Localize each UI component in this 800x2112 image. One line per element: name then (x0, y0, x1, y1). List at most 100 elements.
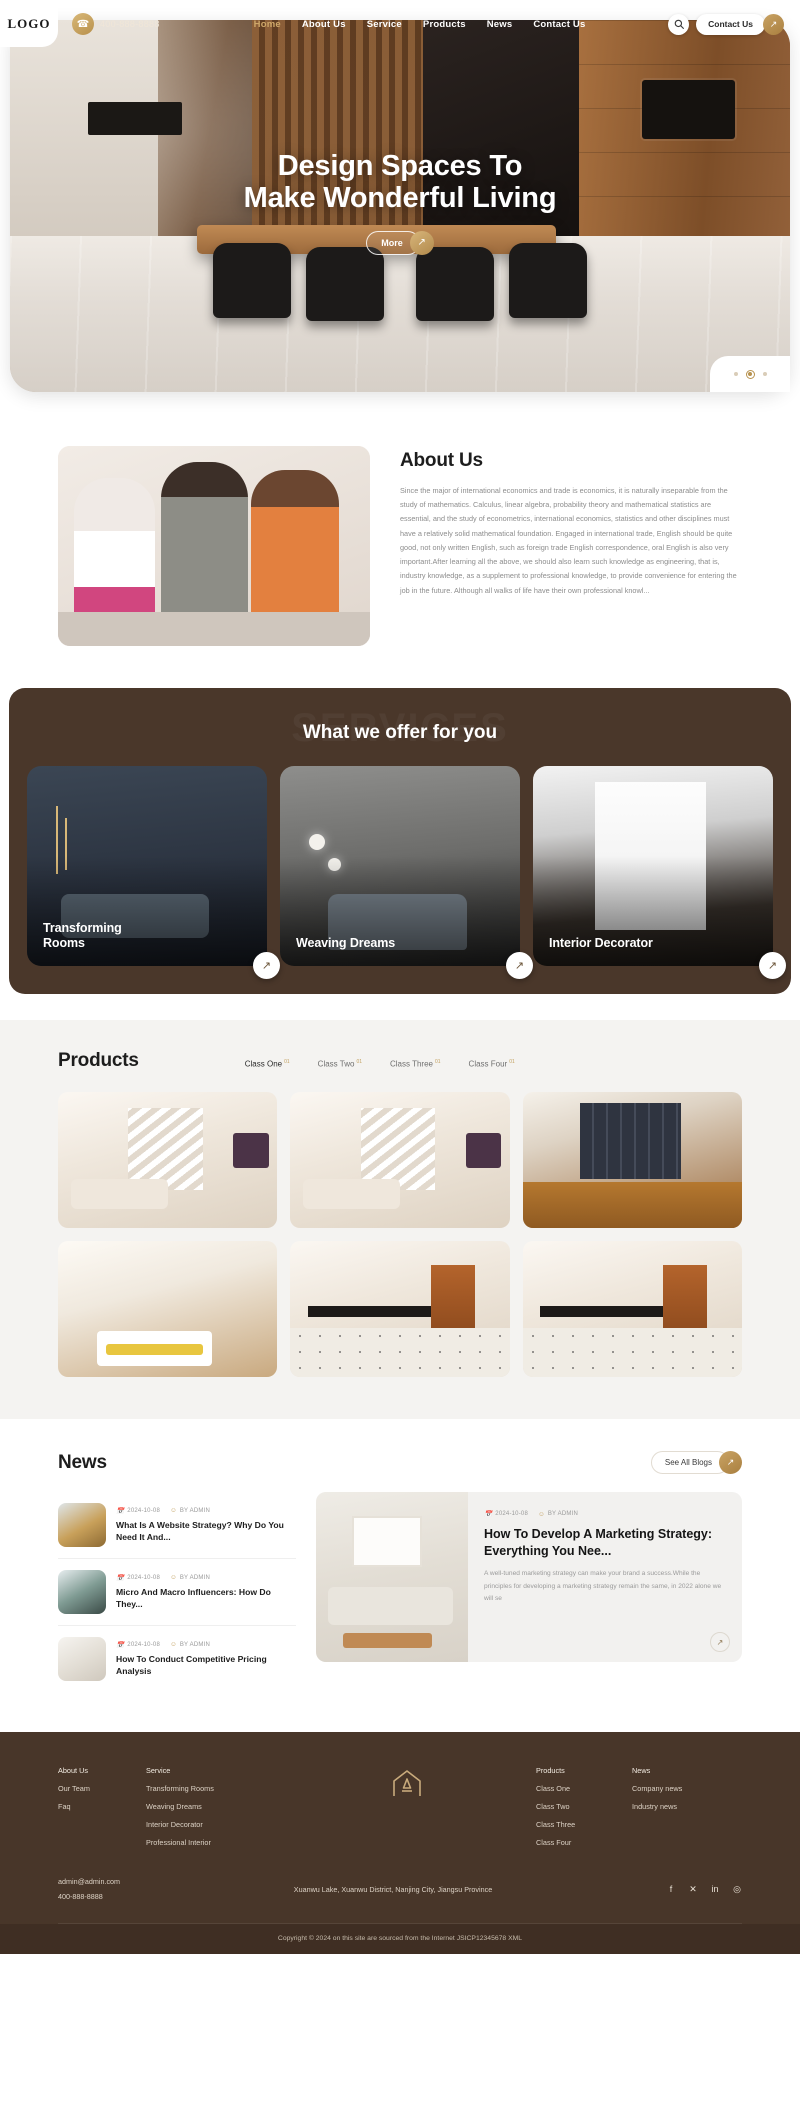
news-list-item[interactable]: 📅 2024-10-08 ☺ BY ADMIN How To Conduct Com… (58, 1626, 296, 1692)
news-date: 📅 2024-10-08 (116, 1641, 160, 1649)
calendar-icon: 📅 (116, 1574, 125, 1582)
footer-link[interactable]: Interior Decorator (146, 1820, 278, 1829)
product-card[interactable] (58, 1092, 278, 1228)
news-featured-image (316, 1492, 468, 1662)
about-heading: About Us (400, 450, 483, 471)
news-date: 📅 2024-10-08 (116, 1507, 160, 1515)
calendar-icon: 📅 (116, 1507, 125, 1515)
user-icon: ☺ (170, 1641, 177, 1649)
see-all-blogs[interactable]: See All Blogs ↗ (650, 1451, 742, 1474)
footer-link[interactable]: Transforming Rooms (146, 1784, 278, 1793)
footer-column-products: Products Class One Class Two Class Three… (536, 1766, 632, 1847)
footer-link[interactable]: Weaving Dreams (146, 1802, 278, 1811)
products-section: Products Class One 01 Class Two 01 Class T… (0, 1020, 800, 1419)
products-tabs: Class One 01 Class Two 01 Class Three 01 Cl… (245, 1059, 515, 1072)
footer-email[interactable]: admin@admin.com (58, 1877, 120, 1886)
news-thumbnail (58, 1637, 106, 1681)
footer-copyright: Copyright © 2024 on this site are source… (0, 1924, 800, 1954)
tab-class-two[interactable]: Class Two 01 (318, 1059, 362, 1069)
service-card-transforming-rooms[interactable]: Transforming Rooms ↗ (27, 766, 280, 979)
linkedin-icon[interactable]: in (710, 1884, 720, 1894)
arrow-up-right-icon[interactable]: ↗ (506, 952, 533, 979)
nav-actions: Contact Us ↗ (668, 13, 800, 35)
nav-item-news[interactable]: News (487, 19, 513, 30)
instagram-icon[interactable]: ◎ (732, 1884, 742, 1895)
news-author: ☺ BY ADMIN (170, 1574, 211, 1582)
nav-item-about-us[interactable]: About Us (302, 19, 346, 30)
footer-link[interactable]: Class Four (536, 1838, 632, 1847)
carousel-dot-2[interactable] (745, 369, 755, 379)
tab-class-one[interactable]: Class One 01 (245, 1059, 290, 1069)
footer-link[interactable]: Company news (632, 1784, 742, 1793)
nav-item-products[interactable]: Products (423, 19, 466, 30)
about-image (58, 446, 370, 646)
footer-link[interactable]: Industry news (632, 1802, 742, 1811)
news-thumbnail (58, 1570, 106, 1614)
tab-class-four[interactable]: Class Four 01 (469, 1059, 515, 1069)
product-card[interactable] (522, 1092, 742, 1228)
news-list-item[interactable]: 📅 2024-10-08 ☺ BY ADMIN Micro And Macro In… (58, 1559, 296, 1626)
footer-logo[interactable] (278, 1766, 536, 1798)
search-icon[interactable] (668, 13, 690, 35)
header-phone[interactable]: ☎ 400-888-8888 (72, 13, 160, 35)
news-featured-card[interactable]: 📅 2024-10-08 ☺ BY ADMIN How To Develop A M… (316, 1492, 742, 1662)
nav-item-contact-us[interactable]: Contact Us (533, 19, 585, 30)
nav-item-home[interactable]: Home (254, 19, 281, 30)
news-featured-description: A well-tuned marketing strategy can make… (484, 1570, 722, 1603)
product-card[interactable] (58, 1241, 278, 1377)
arrow-up-right-icon[interactable]: ↗ (409, 230, 434, 255)
footer: About Us Our Team Faq Service Transformi… (0, 1732, 800, 1954)
footer-contact: admin@admin.com 400-888-8888 (58, 1877, 120, 1901)
calendar-icon: 📅 (484, 1511, 493, 1518)
service-card-weaving-dreams[interactable]: Weaving Dreams ↗ (280, 766, 533, 979)
news-title[interactable]: How To Conduct Competitive Pricing Analy… (116, 1653, 296, 1678)
see-all-blogs-label[interactable]: See All Blogs (650, 1451, 729, 1474)
calendar-icon: 📅 (116, 1641, 125, 1649)
footer-link[interactable]: Products (536, 1766, 632, 1775)
product-card[interactable] (290, 1092, 510, 1228)
facebook-icon[interactable]: f (666, 1884, 676, 1894)
tab-class-three[interactable]: Class Three 01 (390, 1059, 441, 1069)
service-card-interior-decorator[interactable]: Interior Decorator ↗ (533, 766, 786, 979)
footer-column-about: About Us Our Team Faq (58, 1766, 146, 1811)
user-icon: ☺ (170, 1574, 177, 1582)
product-card[interactable] (290, 1241, 510, 1377)
news-featured-title[interactable]: How To Develop A Marketing Strategy: Eve… (484, 1526, 724, 1559)
news-title[interactable]: Micro And Macro Influencers: How Do They… (116, 1586, 296, 1611)
carousel-dot-3[interactable] (762, 372, 767, 376)
news-list-item[interactable]: 📅 2024-10-08 ☺ BY ADMIN What Is A Website … (58, 1492, 296, 1559)
footer-phone[interactable]: 400-888-8888 (58, 1892, 120, 1901)
hero-carousel-dots (710, 356, 790, 392)
footer-link[interactable]: Our Team (58, 1784, 146, 1793)
x-twitter-icon[interactable]: ✕ (688, 1884, 698, 1895)
news-heading: News (58, 1451, 107, 1473)
footer-link[interactable]: News (632, 1766, 742, 1775)
nav-item-service[interactable]: Service (367, 19, 402, 30)
footer-link[interactable]: Class Three (536, 1820, 632, 1829)
products-heading: Products (58, 1050, 139, 1071)
nav-menu: Home About Us Service Products News Cont… (254, 19, 586, 30)
phone-icon: ☎ (72, 13, 94, 35)
news-author: ☺ BY ADMIN (170, 1507, 211, 1515)
arrow-up-right-icon[interactable]: ↗ (719, 1451, 742, 1474)
hero-section: LOGO ☎ 400-888-8888 Home About Us Servic… (0, 0, 800, 412)
footer-link[interactable]: Class One (536, 1784, 632, 1793)
arrow-up-right-icon[interactable]: ↗ (710, 1632, 730, 1652)
footer-link[interactable]: Professional Interior (146, 1838, 278, 1847)
user-icon: ☺ (538, 1510, 545, 1518)
arrow-up-right-icon[interactable]: ↗ (253, 952, 280, 979)
carousel-dot-1[interactable] (733, 372, 738, 376)
header-contact-button[interactable]: Contact Us (696, 13, 765, 35)
footer-link[interactable]: Class Two (536, 1802, 632, 1811)
footer-link[interactable]: Faq (58, 1802, 146, 1811)
footer-link[interactable]: About Us (58, 1766, 146, 1775)
news-author: ☺ BY ADMIN (170, 1641, 211, 1649)
service-card-title: Weaving Dreams (296, 936, 396, 951)
product-card[interactable] (522, 1241, 742, 1377)
logo[interactable]: LOGO (0, 1, 58, 47)
news-title[interactable]: What Is A Website Strategy? Why Do You N… (116, 1519, 296, 1544)
arrow-up-right-icon[interactable]: ↗ (759, 952, 786, 979)
footer-link[interactable]: Service (146, 1766, 278, 1775)
arrow-up-right-icon[interactable]: ↗ (763, 13, 784, 35)
about-text-block: About Us Since the major of internationa… (400, 446, 742, 598)
